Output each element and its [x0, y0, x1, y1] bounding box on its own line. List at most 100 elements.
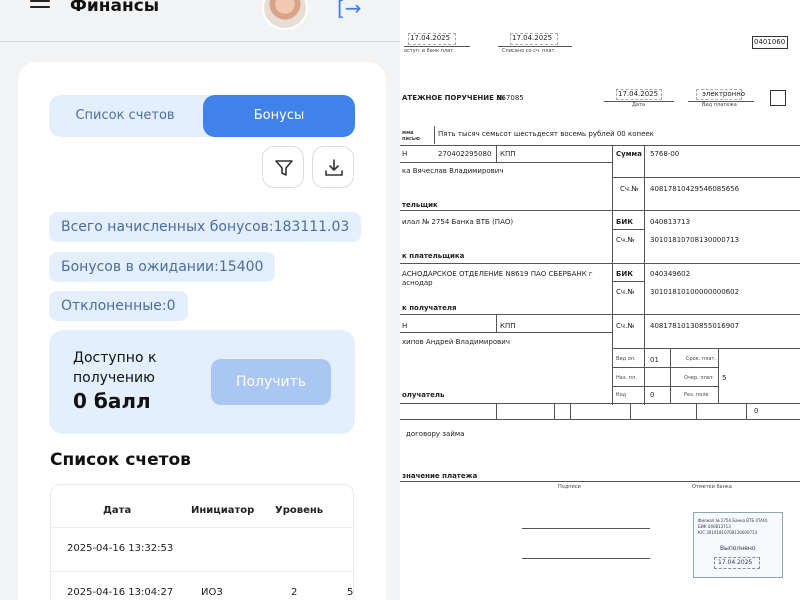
grid-line — [400, 210, 800, 211]
recipient-label: олучатель — [402, 391, 445, 399]
table-row-date[interactable]: 2025-04-16 13:32:53 — [67, 543, 173, 554]
grid-line — [400, 403, 800, 404]
grid-line — [612, 367, 718, 368]
grid-line — [644, 145, 645, 405]
bank-marks-label: Отметки банка — [692, 484, 732, 490]
payment-purpose-label: значение платежа — [402, 472, 478, 480]
grid-line — [554, 403, 555, 419]
available-value: 0 балл — [73, 389, 151, 413]
stamp-bik: БИК 040813713 — [698, 524, 731, 529]
grid-line — [496, 403, 497, 419]
stamp-corr: К/С 30101810708130000713 — [698, 530, 758, 535]
mobile-app-screen: Финансы [→ Список счетов Бонусы Всего на… — [0, 0, 400, 600]
grid-line — [696, 403, 697, 419]
document-title: АТЕЖНОЕ ПОРУЧЕНИЕ № — [402, 94, 505, 102]
pending-bonuses-badge: Бонусов в ожидании:15400 — [49, 252, 276, 282]
download-button[interactable] — [312, 146, 354, 188]
payment-type-label: Вид платежа — [702, 102, 737, 108]
grid-line — [400, 162, 612, 163]
row-divider — [51, 571, 353, 572]
priority-label: Очер. плат. — [684, 375, 715, 381]
sum-value: 5768-00 — [650, 150, 680, 158]
table-row-initiator: ИОЗ — [201, 587, 223, 598]
date-received-value: 17.04.2025 — [410, 34, 451, 42]
rejected-bonuses-badge: Отклоненные:0 — [49, 291, 188, 321]
underline — [498, 46, 572, 47]
recipient-bik-label: БИК — [616, 270, 633, 278]
payer-corr-label: Сч.№ — [616, 236, 635, 244]
grid-line — [400, 314, 800, 315]
grid-line — [400, 145, 800, 146]
available-bonus-panel: Доступно к получению 0 балл Получить — [49, 330, 355, 434]
inn-label: Н — [402, 150, 408, 158]
grid-line — [570, 403, 571, 419]
download-icon — [325, 159, 343, 176]
grid-line — [496, 145, 497, 163]
form-code: 0401060 — [754, 38, 786, 46]
hamburger-icon[interactable] — [30, 0, 50, 14]
tab-accounts-list[interactable]: Список счетов — [49, 95, 201, 137]
payer-name: ка Вячеслав Владимирович — [402, 167, 504, 175]
signatures-label: Подписи — [558, 484, 581, 490]
available-label: Доступно к получению — [73, 350, 157, 386]
document-date: 17.04.2025 — [618, 90, 659, 98]
tax-field-last: 0 — [754, 407, 759, 415]
recipient-account: 40817810130855016907 — [650, 322, 740, 330]
term-label: Срок. плат. — [686, 356, 716, 362]
recipient-name: хипов Андрей Владимирович — [402, 338, 510, 346]
payer-inn: 270402295080 — [438, 150, 492, 158]
grid-line — [612, 145, 613, 405]
signature-line — [522, 558, 650, 559]
column-header-date[interactable]: Дата — [103, 505, 131, 516]
grid-line — [612, 281, 644, 282]
sum-in-words: Пять тысяч семьсот шестьдесят восемь руб… — [438, 130, 654, 138]
grid-line — [630, 403, 631, 419]
app-header: Финансы [→ — [0, 0, 400, 42]
payer-bik-label: БИК — [616, 218, 633, 226]
total-bonuses-badge: Всего начисленных бонусов:183111.03 — [49, 212, 362, 242]
op-type-label: Вид оп. — [616, 356, 636, 362]
recipient-kpp-label: КПП — [500, 322, 516, 330]
table-row-extra: 5 — [347, 587, 354, 598]
logout-icon[interactable]: [→ — [337, 0, 362, 20]
table-row-date[interactable]: 2025-04-16 13:04:27 — [67, 587, 173, 598]
grid-line — [612, 386, 718, 387]
underline — [404, 46, 470, 47]
checkbox-square — [770, 90, 786, 106]
avatar[interactable] — [262, 0, 308, 30]
document-number: 867085 — [497, 94, 524, 102]
date-received-label: оступ. в банк плат. — [404, 48, 455, 54]
op-type: 01 — [650, 356, 659, 364]
recipient-corr-label: Сч.№ — [616, 288, 635, 296]
priority: 5 — [722, 374, 727, 382]
grid-line — [400, 419, 800, 420]
grid-line — [718, 348, 719, 404]
kpp-label: КПП — [500, 150, 516, 158]
date-debited-value: 17.04.2025 — [512, 34, 553, 42]
payment-purpose: договору займа — [406, 430, 465, 438]
grid-line — [400, 332, 612, 333]
stamp-bank: Филиал № 2754 Банка ВТБ (ПАО) — [698, 518, 768, 523]
column-header-initiator[interactable]: Инициатор — [191, 505, 254, 516]
tab-bonuses[interactable]: Бонусы — [203, 95, 355, 137]
grid-line — [612, 229, 644, 230]
bank-stamp: Филиал № 2754 Банка ВТБ (ПАО) БИК 040813… — [693, 512, 783, 578]
column-header-level[interactable]: Уровень — [275, 505, 323, 516]
recipient-account-label: Сч.№ — [616, 322, 635, 330]
recipient-bank-label: к получателя — [402, 304, 457, 312]
payer-label: тельщик — [402, 201, 438, 209]
recipient-bank: АСНОДАРСКОЕ ОТДЕЛЕНИЕ N8619 ПАО СБЕРБАНК… — [402, 270, 593, 278]
receive-button[interactable]: Получить — [211, 359, 331, 405]
grid-line — [400, 263, 800, 264]
page-title: Финансы — [70, 0, 160, 16]
signature-line — [522, 528, 650, 529]
stamp-status: Выполнено — [720, 545, 756, 552]
grid-line — [612, 348, 800, 349]
filter-button[interactable] — [262, 146, 304, 188]
accounts-table: Дата Инициатор Уровень 2025-04-16 13:32:… — [50, 484, 354, 600]
code: 0 — [650, 391, 655, 399]
grid-line — [746, 403, 747, 419]
payer-corr-account: 30101810708130000713 — [650, 236, 740, 244]
document-date-label: Дата — [632, 102, 645, 108]
recipient-bik: 040349602 — [650, 270, 691, 278]
